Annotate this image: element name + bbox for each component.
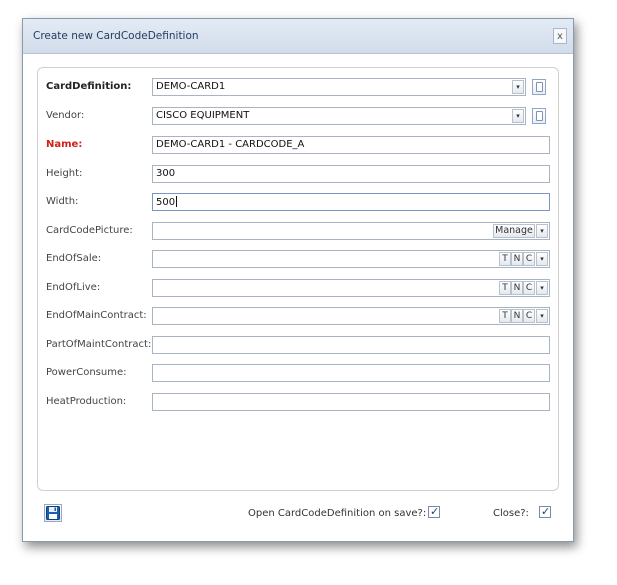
- row-vendor: Vendor: CISCO EQUIPMENT ▾: [38, 107, 558, 125]
- width-label: Width:: [46, 196, 79, 207]
- height-value: 300: [156, 168, 176, 179]
- name-label: Name:: [46, 139, 83, 150]
- end-of-sale-dropdown-icon[interactable]: ▾: [536, 252, 548, 266]
- name-value: DEMO-CARD1 - CARDCODE_A: [156, 139, 305, 150]
- create-dialog: Create new CardCodeDefinition x CardDefi…: [22, 18, 574, 542]
- vendor-label: Vendor:: [46, 110, 85, 121]
- dialog-title: Create new CardCodeDefinition: [33, 30, 199, 42]
- end-of-main-contract-n-button[interactable]: N: [511, 309, 523, 323]
- width-value: 500: [156, 197, 176, 208]
- document-icon: [536, 82, 543, 92]
- floppy-disk-icon: [46, 506, 60, 520]
- open-on-save-checkbox[interactable]: ✓: [428, 505, 440, 518]
- end-of-main-contract-label: EndOfMainContract:: [46, 310, 147, 321]
- manage-button[interactable]: Manage: [493, 224, 535, 238]
- vendor-dropdown-icon[interactable]: ▾: [512, 109, 524, 123]
- heat-production-label: HeatProduction:: [46, 396, 127, 407]
- document-icon: [536, 111, 543, 121]
- card-code-picture-field[interactable]: Manage ▾: [152, 222, 550, 240]
- card-code-picture-label: CardCodePicture:: [46, 225, 133, 236]
- vendor-picker-button[interactable]: [532, 108, 546, 124]
- form-panel: CardDefinition: DEMO-CARD1 ▾ Vendor: CIS…: [37, 67, 559, 491]
- row-end-of-live: EndOfLive: T N C ▾: [38, 279, 558, 297]
- height-label: Height:: [46, 168, 83, 179]
- open-on-save-label: Open CardCodeDefinition on save?:: [248, 508, 427, 519]
- end-of-main-contract-dropdown-icon[interactable]: ▾: [536, 309, 548, 323]
- end-of-sale-field[interactable]: T N C ▾: [152, 250, 550, 268]
- checkmark-icon: ✓: [541, 505, 551, 518]
- text-caret: [176, 196, 178, 207]
- end-of-sale-c-button[interactable]: C: [523, 252, 535, 266]
- card-code-picture-dropdown-icon[interactable]: ▾: [536, 224, 548, 238]
- card-definition-value: DEMO-CARD1: [156, 81, 226, 92]
- close-button[interactable]: x: [553, 28, 567, 44]
- card-definition-dropdown-icon[interactable]: ▾: [512, 80, 524, 94]
- row-card-definition: CardDefinition: DEMO-CARD1 ▾: [38, 78, 558, 96]
- row-part-of-maint-contract: PartOfMaintContract:: [38, 336, 558, 354]
- end-of-live-label: EndOfLive:: [46, 282, 101, 293]
- dialog-titlebar: Create new CardCodeDefinition x: [23, 19, 573, 54]
- row-power-consume: PowerConsume:: [38, 364, 558, 382]
- width-field[interactable]: 500: [152, 193, 550, 211]
- row-card-code-picture: CardCodePicture: Manage ▾: [38, 222, 558, 240]
- row-width: Width: 500: [38, 193, 558, 211]
- end-of-sale-n-button[interactable]: N: [511, 252, 523, 266]
- close-on-save-checkbox[interactable]: ✓: [539, 505, 551, 518]
- checkmark-icon: ✓: [430, 505, 440, 518]
- part-of-maint-contract-label: PartOfMaintContract:: [46, 339, 152, 350]
- end-of-live-n-button[interactable]: N: [511, 281, 523, 295]
- power-consume-field[interactable]: [152, 364, 550, 382]
- card-definition-combo[interactable]: DEMO-CARD1 ▾: [152, 78, 526, 96]
- row-end-of-sale: EndOfSale: T N C ▾: [38, 250, 558, 268]
- card-definition-picker-button[interactable]: [532, 79, 546, 95]
- vendor-value: CISCO EQUIPMENT: [156, 110, 250, 121]
- card-definition-label: CardDefinition:: [46, 81, 132, 92]
- end-of-live-t-button[interactable]: T: [499, 281, 511, 295]
- end-of-main-contract-field[interactable]: T N C ▾: [152, 307, 550, 325]
- end-of-live-dropdown-icon[interactable]: ▾: [536, 281, 548, 295]
- row-end-of-main-contract: EndOfMainContract: T N C ▾: [38, 307, 558, 325]
- save-button[interactable]: [44, 504, 62, 522]
- end-of-main-contract-c-button[interactable]: C: [523, 309, 535, 323]
- width-value-wrap: 500: [156, 196, 178, 208]
- part-of-maint-contract-field[interactable]: [152, 336, 550, 354]
- end-of-sale-label: EndOfSale:: [46, 253, 102, 264]
- vendor-combo[interactable]: CISCO EQUIPMENT ▾: [152, 107, 526, 125]
- heat-production-field[interactable]: [152, 393, 550, 411]
- height-field[interactable]: 300: [152, 165, 550, 183]
- end-of-live-c-button[interactable]: C: [523, 281, 535, 295]
- row-height: Height: 300: [38, 165, 558, 183]
- end-of-sale-t-button[interactable]: T: [499, 252, 511, 266]
- row-heat-production: HeatProduction:: [38, 393, 558, 411]
- end-of-live-field[interactable]: T N C ▾: [152, 279, 550, 297]
- name-field[interactable]: DEMO-CARD1 - CARDCODE_A: [152, 136, 550, 154]
- row-name: Name: DEMO-CARD1 - CARDCODE_A: [38, 136, 558, 154]
- end-of-main-contract-t-button[interactable]: T: [499, 309, 511, 323]
- power-consume-label: PowerConsume:: [46, 367, 127, 378]
- close-on-save-label: Close?:: [493, 508, 529, 519]
